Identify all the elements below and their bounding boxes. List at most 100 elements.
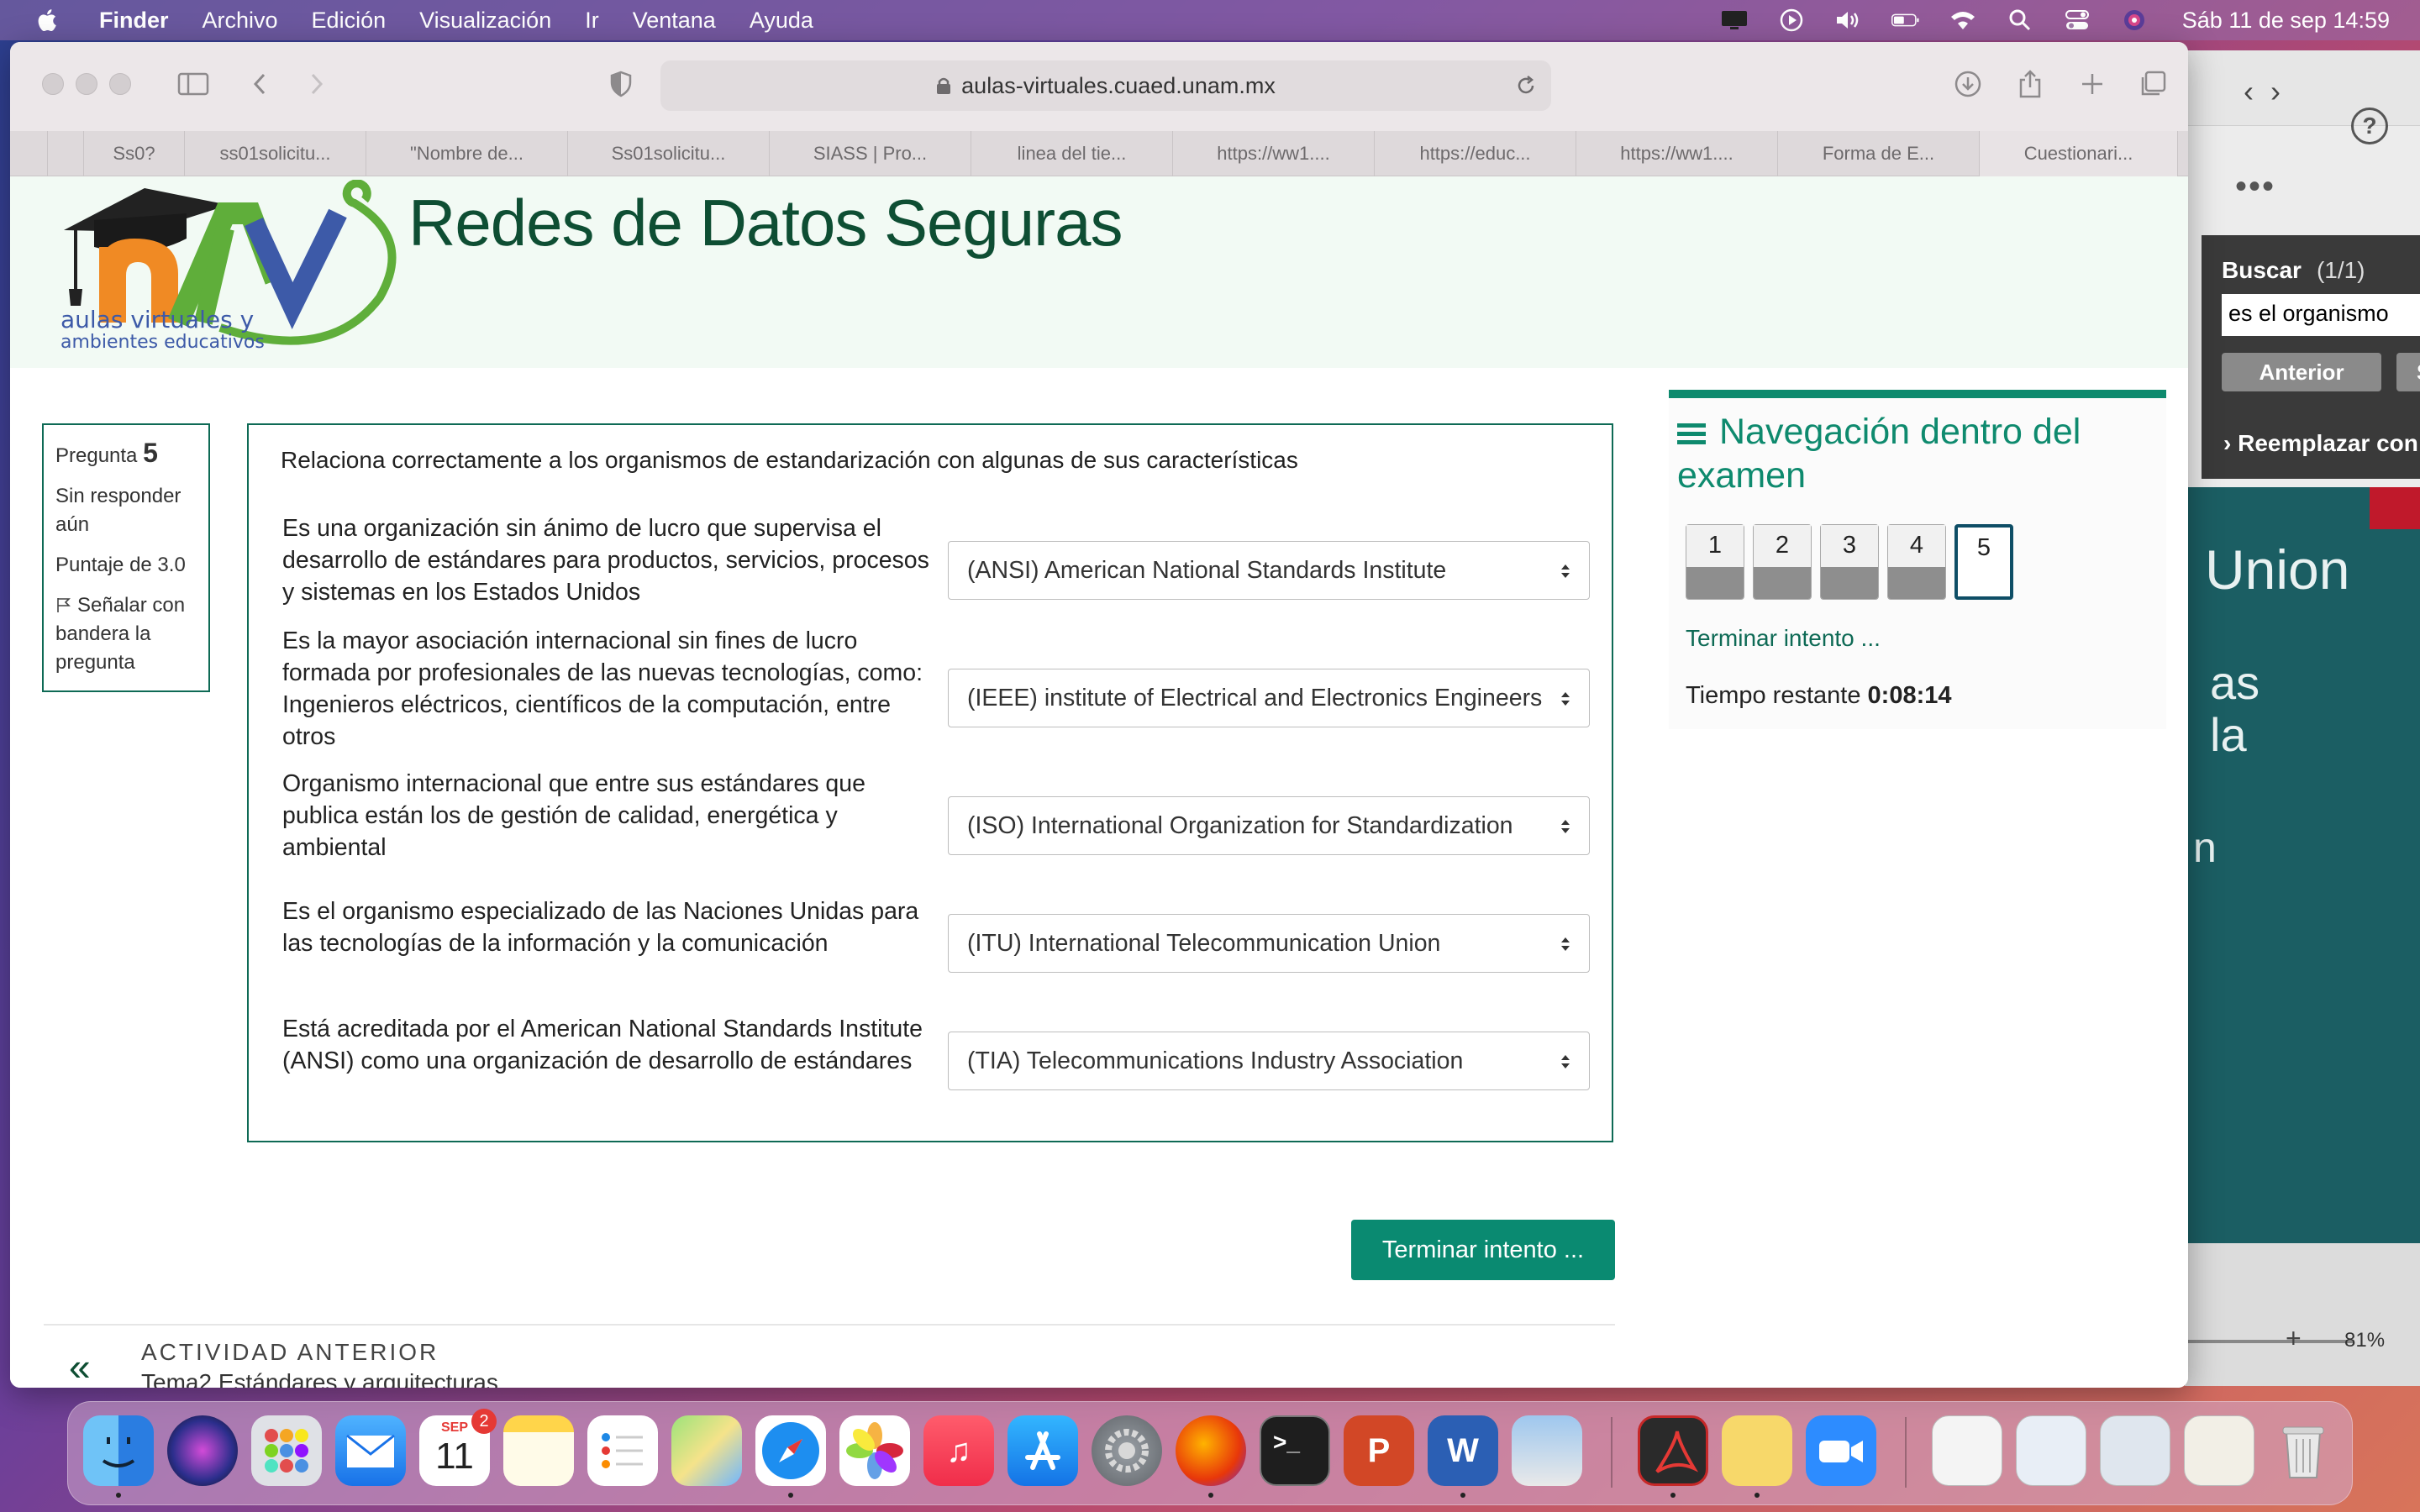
app-store-icon[interactable] (1007, 1415, 1078, 1486)
play-icon[interactable] (1777, 8, 1806, 33)
share-icon[interactable] (2013, 67, 2047, 101)
quiz-nav-button-5-current[interactable]: 5 (1954, 524, 2013, 600)
display-icon[interactable] (1720, 8, 1749, 33)
dock-separator (1905, 1417, 1907, 1488)
minimized-window-icon[interactable] (2100, 1415, 2170, 1486)
control-center-icon[interactable] (2063, 8, 2091, 33)
stickies-icon[interactable] (1722, 1415, 1792, 1486)
match-select-4[interactable]: (ITU) International Telecommunication Un… (948, 914, 1590, 973)
powerpoint-icon[interactable]: P (1344, 1415, 1414, 1486)
quiz-nav-button-3[interactable]: 3 (1820, 524, 1879, 600)
launchpad-icon[interactable] (251, 1415, 322, 1486)
zoom-app-icon[interactable] (1806, 1415, 1876, 1486)
replace-toggle[interactable]: › Reemplazar con (2223, 430, 2418, 457)
find-next-button[interactable]: S (2396, 353, 2420, 391)
tab-2[interactable]: ss01solicitu... (185, 131, 366, 176)
match-select-5[interactable]: (TIA) Telecommunications Industry Associ… (948, 1032, 1590, 1090)
zoom-in-icon[interactable]: + (2286, 1323, 2302, 1354)
tab-7[interactable]: https://ww1.... (1173, 131, 1375, 176)
question-number: 5 (143, 438, 158, 468)
flag-question-link[interactable]: Señalar con bandera la pregunta (55, 591, 197, 677)
downloads-icon[interactable] (1951, 67, 1985, 101)
window-zoom-button[interactable] (109, 73, 131, 95)
new-tab-icon[interactable] (2075, 67, 2109, 101)
find-previous-button[interactable]: Anterior (2222, 353, 2381, 391)
downloads-stack-icon[interactable] (2016, 1415, 2086, 1486)
tab-4[interactable]: Ss01solicitu... (568, 131, 770, 176)
previous-activity-title[interactable]: Tema2 Estándares y arquitecturas (141, 1369, 498, 1388)
reminders-icon[interactable] (587, 1415, 658, 1486)
terminal-icon[interactable]: >_ (1260, 1415, 1330, 1486)
finder-icon[interactable] (83, 1415, 154, 1486)
firefox-icon[interactable] (1176, 1415, 1246, 1486)
volume-icon[interactable] (1834, 8, 1863, 33)
finish-attempt-button[interactable]: Terminar intento ... (1351, 1220, 1615, 1280)
preview-icon[interactable] (1512, 1415, 1582, 1486)
match-select-2[interactable]: (IEEE) institute of Electrical and Elect… (948, 669, 1590, 727)
tab-overview-icon[interactable] (2136, 67, 2170, 101)
wifi-icon[interactable] (1949, 8, 1977, 33)
quiz-nav-button-1[interactable]: 1 (1686, 524, 1744, 600)
tab-blank[interactable] (47, 131, 84, 176)
acrobat-icon[interactable] (1638, 1415, 1708, 1486)
help-icon[interactable]: ? (2351, 108, 2388, 144)
slide-text-4: n (2193, 824, 2217, 871)
word-icon[interactable]: W (1428, 1415, 1498, 1486)
tab-6[interactable]: linea del tie... (971, 131, 1173, 176)
privacy-shield-icon[interactable] (607, 67, 635, 101)
tab-1[interactable]: Ss0? (84, 131, 185, 176)
match-row-text-2: Es la mayor asociación internacional sin… (282, 627, 923, 750)
menu-edicion[interactable]: Edición (312, 8, 387, 34)
system-preferences-icon[interactable] (1092, 1415, 1162, 1486)
reload-icon[interactable] (1514, 74, 1538, 97)
safari-icon[interactable] (755, 1415, 826, 1486)
trash-icon[interactable] (2268, 1415, 2338, 1486)
tab-10[interactable]: Forma de E... (1778, 131, 1980, 176)
maps-icon[interactable] (671, 1415, 742, 1486)
hamburger-menu-icon[interactable] (1677, 422, 1706, 447)
sidebar-toggle-icon[interactable] (175, 67, 212, 101)
window-minimize-button[interactable] (76, 73, 97, 95)
document-stack-icon[interactable] (1932, 1415, 2002, 1486)
tab-8[interactable]: https://educ... (1375, 131, 1576, 176)
back-forward-icon[interactable]: ‹ › (2244, 74, 2281, 109)
menu-visualizacion[interactable]: Visualización (419, 8, 551, 34)
window-close-button[interactable] (42, 73, 64, 95)
match-select-3[interactable]: (ISO) International Organization for Sta… (948, 796, 1590, 855)
quiz-nav-button-4[interactable]: 4 (1887, 524, 1946, 600)
double-chevron-left-icon[interactable]: « (69, 1344, 91, 1388)
minimized-window-icon[interactable] (2184, 1415, 2254, 1486)
tab-5[interactable]: SIASS | Pro... (770, 131, 971, 176)
battery-icon[interactable] (1891, 8, 1920, 33)
finish-attempt-link[interactable]: Terminar intento ... (1686, 625, 1881, 652)
spotlight-search-icon[interactable] (2006, 8, 2034, 33)
tab-3[interactable]: "Nombre de... (366, 131, 568, 176)
menu-archivo[interactable]: Archivo (203, 8, 278, 34)
tab-11-active[interactable]: Cuestionari... (1980, 131, 2178, 176)
zoom-slider[interactable] (2185, 1340, 2353, 1343)
back-icon[interactable] (247, 67, 272, 101)
menu-clock[interactable]: Sáb 11 de sep 14:59 (2182, 8, 2390, 34)
menu-app-finder[interactable]: Finder (99, 8, 169, 34)
address-bar[interactable]: aulas-virtuales.cuaed.unam.mx (660, 60, 1551, 111)
find-input[interactable]: es el organismo (2222, 294, 2420, 336)
mail-icon[interactable] (335, 1415, 406, 1486)
siri-app-icon[interactable] (167, 1415, 238, 1486)
quiz-nav-button-2[interactable]: 2 (1753, 524, 1812, 600)
apple-icon[interactable] (34, 6, 62, 34)
menu-ir[interactable]: Ir (585, 8, 599, 34)
photos-icon[interactable] (839, 1415, 910, 1486)
match-select-1[interactable]: (ANSI) American National Standards Insti… (948, 541, 1590, 600)
course-title[interactable]: Redes de Datos Seguras (408, 185, 1123, 261)
answered-indicator (1821, 567, 1878, 599)
tab-9[interactable]: https://ww1.... (1576, 131, 1778, 176)
menu-ventana[interactable]: Ventana (633, 8, 716, 34)
more-options-icon[interactable]: ••• (2235, 168, 2275, 206)
notes-icon[interactable] (503, 1415, 574, 1486)
previous-activity-label[interactable]: ACTIVIDAD ANTERIOR (141, 1339, 439, 1366)
forward-icon[interactable] (304, 67, 329, 101)
siri-icon[interactable] (2120, 8, 2149, 33)
aulas-virtuales-logo[interactable]: aulas virtuales y ambientes educativos (52, 180, 405, 356)
music-icon[interactable]: ♫ (923, 1415, 994, 1486)
menu-ayuda[interactable]: Ayuda (750, 8, 813, 34)
